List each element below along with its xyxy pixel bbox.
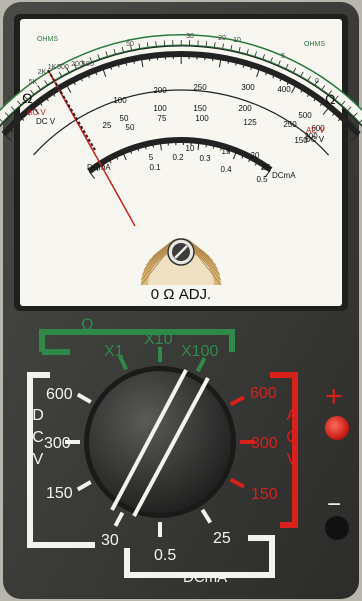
ohm-scale-tick: 500 <box>57 64 69 71</box>
acv-range-150[interactable]: 150 <box>251 486 278 503</box>
positive-jack[interactable] <box>325 416 349 440</box>
ohm-scale-tick: 100 <box>82 61 94 68</box>
dcv-range-30[interactable]: 30 <box>101 532 119 549</box>
dcma-label-left: DCmA <box>87 163 111 172</box>
v-scale-tick: 200 <box>238 104 252 113</box>
ma-scale-tick: 10 <box>186 144 195 153</box>
dc-v-label-left: DC V <box>36 117 56 126</box>
dcma-range-label: DCmA <box>183 569 227 586</box>
ohm-range-x100[interactable]: X100 <box>181 343 218 360</box>
dc-v-label-right: DC V <box>305 135 325 144</box>
dcv-label-letter: C <box>32 429 44 446</box>
v-scale-tick: 100 <box>195 114 209 123</box>
v-scale-tick: 100 <box>153 104 167 113</box>
range-selector-knob[interactable] <box>84 366 236 518</box>
ohm-scale-tick: 30 <box>186 33 194 40</box>
dcma-range-0-5[interactable]: 0.5 <box>154 547 176 564</box>
ma-scale-tick: 5 <box>149 153 154 162</box>
ma-scale-tick: 25 <box>262 163 271 172</box>
ma-scale-tick: 0.1 <box>149 163 161 172</box>
v-scale-tick: 250 <box>193 83 207 92</box>
dcma-range-25[interactable]: 25 <box>213 530 231 547</box>
minus-symbol: − <box>327 491 341 518</box>
ohm-scale-tick: 5 <box>281 53 285 60</box>
v-scale-tick: 25 <box>103 121 112 130</box>
ma-scale-tick: 20 <box>251 151 260 160</box>
dcv-label-letter: D <box>32 407 44 424</box>
v-scale-tick: 250 <box>283 120 297 129</box>
dcv-label-letter: V <box>33 451 44 468</box>
v-scale-tick: 125 <box>243 118 257 127</box>
v-scale-tick: 400 <box>277 85 291 94</box>
ohm-scale-tick: 0 <box>315 78 319 85</box>
ohm-range-x10[interactable]: X10 <box>144 331 173 348</box>
v-scale-tick: 200 <box>153 86 167 95</box>
v-scale-tick: 50 <box>120 114 129 123</box>
acv-range-300[interactable]: 300 <box>251 435 278 452</box>
ohms-label-right: OHMS <box>304 41 325 48</box>
ohm-symbol-right: Ω <box>325 91 335 107</box>
ohm-scale-tick: 5K <box>29 79 38 86</box>
ohm-scale-tick: 10 <box>233 37 241 44</box>
ma-scale-tick: 0.4 <box>220 165 232 174</box>
acv-range-600[interactable]: 600 <box>250 385 277 402</box>
ac-v-label-left: AC V <box>27 108 46 117</box>
ohm-scale-tick: 50 <box>126 41 134 48</box>
multimeter: 5K2K1K 500 200 1005030 20 1050250 300 400500600… <box>0 2 362 599</box>
dcv-range-150[interactable]: 150 <box>46 485 73 502</box>
common-jack[interactable] <box>325 516 349 540</box>
ma-scale-tick: 15 <box>222 147 231 156</box>
dcma-label-right: DCmA <box>272 171 296 180</box>
acv-label-letter: C <box>286 429 298 446</box>
v-scale-tick: 100 <box>113 96 127 105</box>
v-scale-tick: 75 <box>158 114 167 123</box>
ma-scale-tick: 0.5 <box>256 175 268 184</box>
ohm-scale-tick: 20 <box>218 35 226 42</box>
v-scale-tick: 300 <box>241 83 255 92</box>
ac-v-label-right: AC V <box>306 126 325 135</box>
plus-symbol: + <box>325 380 343 413</box>
acv-label-letter: V <box>287 451 298 468</box>
zero-adj-label: 0 Ω ADJ. <box>151 286 211 303</box>
ohms-label-left: OHMS <box>37 36 58 43</box>
dcv-range-600[interactable]: 600 <box>46 386 73 403</box>
ohm-group-label: Ω <box>81 315 94 334</box>
v-scale-tick: 500 <box>298 111 312 120</box>
ma-scale-tick: 0.2 <box>172 153 184 162</box>
ma-scale-tick: 0.3 <box>199 154 211 163</box>
acv-label-letter: A <box>287 407 298 424</box>
v-scale-tick: 150 <box>193 104 207 113</box>
ohm-symbol-left: Ω <box>22 90 32 106</box>
v-scale-tick: 50 <box>126 123 135 132</box>
ohm-scale-tick: 2K <box>38 69 47 76</box>
zero-adj-knob[interactable] <box>167 238 195 266</box>
